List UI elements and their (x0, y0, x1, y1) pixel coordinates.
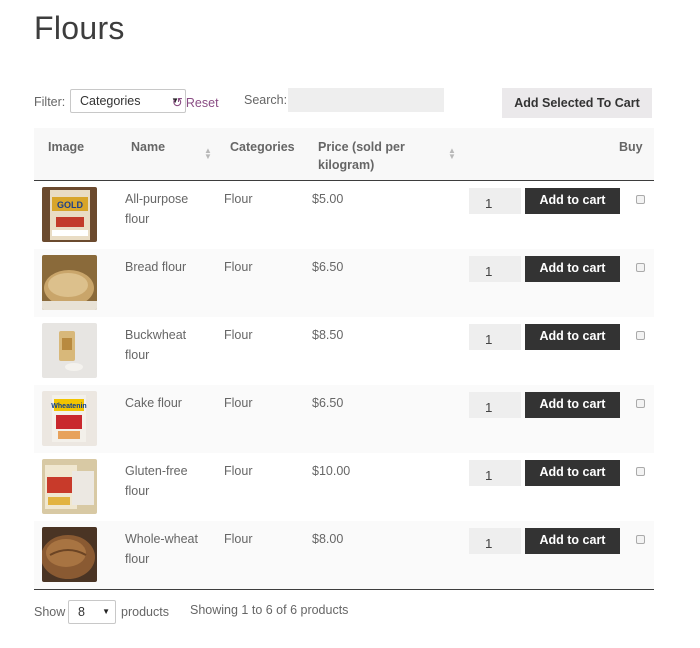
buy-checkbox[interactable] (636, 331, 645, 340)
search-label: Search: (244, 93, 288, 107)
product-category[interactable]: Flour (224, 461, 252, 481)
buy-checkbox[interactable] (636, 535, 645, 544)
add-selected-to-cart-button[interactable]: Add Selected To Cart (502, 88, 652, 118)
product-name-line1: All-purpose (125, 192, 189, 206)
per-page-value: 8 (78, 605, 85, 619)
sort-icon[interactable]: ▲ ▼ (204, 147, 212, 161)
product-name[interactable]: Bread flour (125, 257, 205, 277)
product-name[interactable]: Cake flour (125, 393, 205, 413)
svg-text:GOLD: GOLD (57, 200, 83, 210)
quantity-input[interactable] (469, 188, 521, 214)
products-table: Image Name ▲ ▼ Categories Price (sold per… (34, 128, 654, 590)
product-price: $8.50 (312, 328, 344, 342)
table-body: GOLD All-purpose flour Flour $5.00 Add to car… (34, 181, 654, 589)
add-to-cart-button[interactable]: Add to cart (525, 392, 620, 418)
column-header-name[interactable]: Name (131, 138, 165, 156)
table-toolbar: Filter: Categories ▼ ↺ Reset Search: Add … (34, 88, 654, 118)
category-filter-select[interactable]: Categories ▼ (70, 89, 186, 113)
quantity-input[interactable] (469, 392, 521, 418)
product-name-line2: flour (125, 552, 150, 566)
table-row: Buckwheat flour Flour $8.50 Add to cart (34, 317, 654, 385)
buy-checkbox[interactable] (636, 467, 645, 476)
quantity-input[interactable] (469, 324, 521, 350)
table-row: Gluten-free flour Flour $10.00 Add to cart (34, 453, 654, 521)
column-header-categories: Categories (230, 140, 295, 154)
category-select-value: Categories (80, 94, 141, 108)
page-title: Flours (34, 10, 125, 46)
table-row: GOLD All-purpose flour Flour $5.00 Add to car… (34, 181, 654, 249)
product-category[interactable]: Flour (224, 257, 252, 277)
product-name-line1: Cake flour (125, 396, 182, 410)
product-category[interactable]: Flour (224, 393, 252, 413)
product-image[interactable] (42, 527, 97, 582)
chevron-down-icon: ▼ (102, 607, 110, 616)
table-bottom-border (34, 589, 654, 590)
product-image[interactable]: Wheatenin (42, 391, 97, 446)
product-image[interactable] (42, 323, 97, 378)
product-name[interactable]: All-purpose flour (125, 189, 205, 229)
quantity-input[interactable] (469, 528, 521, 554)
product-name[interactable]: Buckwheat flour (125, 325, 205, 365)
add-to-cart-button[interactable]: Add to cart (525, 256, 620, 282)
product-image[interactable] (42, 459, 97, 514)
search-input[interactable] (288, 88, 444, 112)
product-price: $10.00 (312, 464, 351, 478)
product-name-line1: Gluten-free (125, 464, 188, 478)
add-to-cart-button[interactable]: Add to cart (525, 324, 620, 350)
products-label: products (121, 605, 169, 619)
price-header-line2: kilogram) (318, 158, 375, 172)
column-header-buy: Buy (619, 140, 643, 154)
buy-checkbox[interactable] (636, 399, 645, 408)
table-header: Image Name ▲ ▼ Categories Price (sold per… (34, 128, 654, 181)
product-image[interactable]: GOLD (42, 187, 97, 242)
product-name[interactable]: Whole-wheat flour (125, 529, 205, 569)
product-name-line2: flour (125, 212, 150, 226)
product-name-line1: Whole-wheat (125, 532, 198, 546)
buy-checkbox[interactable] (636, 195, 645, 204)
column-header-image: Image (48, 140, 85, 154)
svg-text:Wheatenin: Wheatenin (51, 403, 86, 410)
pagination-summary: Showing 1 to 6 of 6 products (190, 603, 349, 617)
sort-icon[interactable]: ▲ ▼ (448, 147, 456, 161)
add-to-cart-button[interactable]: Add to cart (525, 460, 620, 486)
table-row: Whole-wheat flour Flour $8.00 Add to cart (34, 521, 654, 589)
table-footer: Show 8 ▼ products Showing 1 to 6 of 6 pr… (34, 600, 654, 626)
product-price: $5.00 (312, 192, 344, 206)
product-image[interactable] (42, 255, 97, 310)
price-header-line1: Price (sold per (318, 140, 405, 154)
product-price: $6.50 (312, 260, 344, 274)
per-page-select[interactable]: 8 ▼ (68, 600, 116, 624)
product-category[interactable]: Flour (224, 529, 252, 549)
add-to-cart-button[interactable]: Add to cart (525, 528, 620, 554)
buy-checkbox[interactable] (636, 263, 645, 272)
product-name-line2: flour (125, 348, 150, 362)
product-category[interactable]: Flour (224, 189, 252, 209)
filter-label: Filter: (34, 95, 66, 109)
reset-icon: ↺ (172, 95, 183, 110)
product-name-line1: Buckwheat (125, 328, 187, 342)
product-name-line2: flour (125, 484, 150, 498)
product-price: $8.00 (312, 532, 344, 546)
reset-label: Reset (185, 96, 219, 110)
table-row: Wheatenin Cake flour Flour $6.50 Add to cart (34, 385, 654, 453)
column-header-price[interactable]: Price (sold per kilogram) (318, 138, 405, 174)
quantity-input[interactable] (469, 256, 521, 282)
product-name-line1: Bread flour (125, 260, 187, 274)
add-to-cart-button[interactable]: Add to cart (525, 188, 620, 214)
show-label: Show (34, 605, 66, 619)
product-price: $6.50 (312, 396, 344, 410)
product-category[interactable]: Flour (224, 325, 252, 345)
quantity-input[interactable] (469, 460, 521, 486)
table-row: Bread flour Flour $6.50 Add to cart (34, 249, 654, 317)
reset-link[interactable]: ↺ Reset (172, 95, 219, 111)
product-name[interactable]: Gluten-free flour (125, 461, 205, 501)
